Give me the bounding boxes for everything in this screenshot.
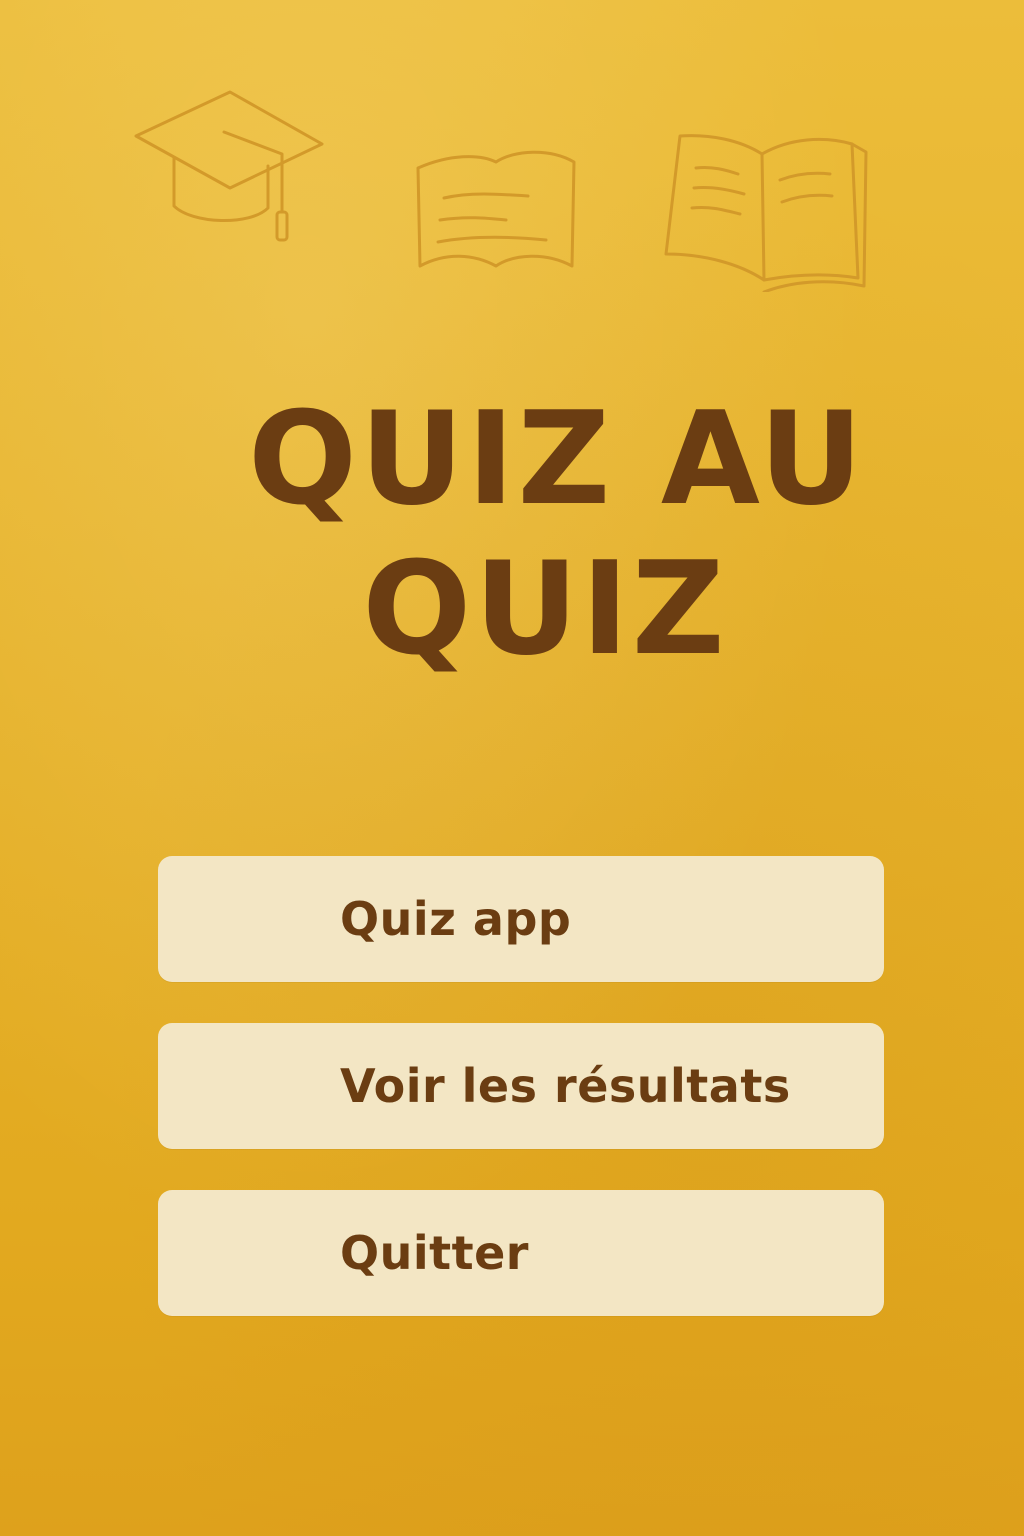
app-title: QUIZ AU QUIZ [0,385,1024,685]
quiz-app-button[interactable]: Quiz app [158,856,884,982]
app-title-line2: QUIZ [362,535,728,684]
closed-book-icon [410,140,582,276]
app-title-line1: QUIZ AU [248,385,866,534]
quit-label: Quitter [340,1226,529,1280]
quit-button[interactable]: Quitter [158,1190,884,1316]
quiz-app-label: Quiz app [340,892,572,946]
view-results-button[interactable]: Voir les résultats [158,1023,884,1149]
graduation-cap-icon [132,88,328,248]
open-book-icon [660,130,874,292]
main-menu: Quiz app Voir les résultats Quitter [158,856,884,1357]
view-results-label: Voir les résultats [340,1059,791,1113]
